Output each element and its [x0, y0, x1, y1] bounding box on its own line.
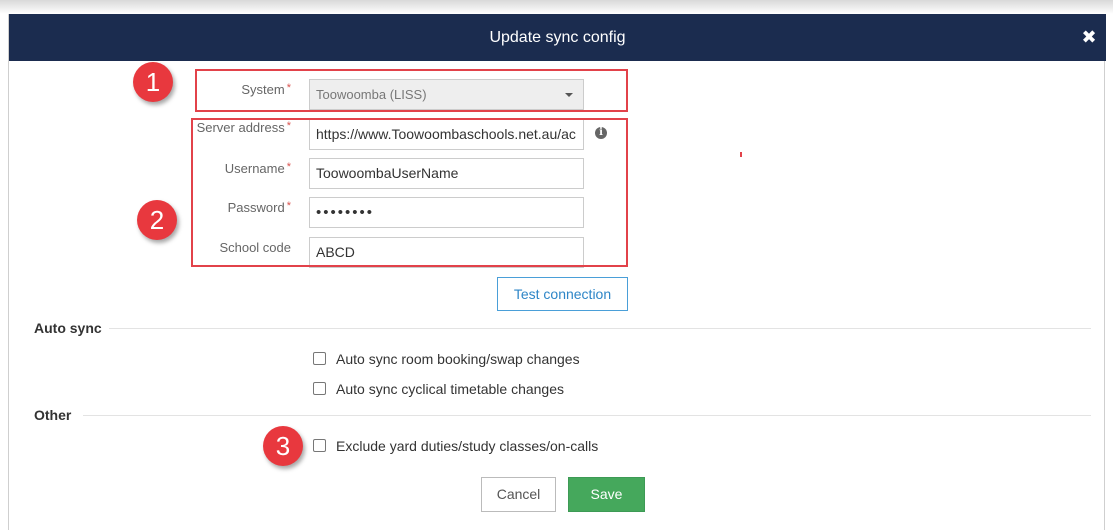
callout-box-1: [195, 69, 628, 112]
step-badge-2: 2: [137, 200, 177, 240]
checkbox[interactable]: [313, 382, 326, 395]
checkbox[interactable]: [313, 439, 326, 452]
stray-mark: [740, 152, 742, 157]
sync-config-dialog: Update sync config ✖ System * Toowoomba (…: [8, 14, 1106, 530]
save-button[interactable]: Save: [568, 477, 645, 512]
step-badge-3: 3: [263, 426, 303, 466]
checkbox[interactable]: [313, 352, 326, 365]
cancel-button[interactable]: Cancel: [481, 477, 556, 512]
close-icon[interactable]: ✖: [1080, 28, 1098, 46]
dialog-title: Update sync config: [489, 29, 626, 46]
callout-box-2: [191, 118, 628, 267]
top-shadow: [0, 0, 1113, 14]
step-badge-1: 1: [133, 62, 173, 102]
test-connection-button[interactable]: Test connection: [497, 277, 628, 311]
dialog-header: Update sync config ✖: [9, 14, 1106, 61]
section-divider: [109, 328, 1091, 329]
section-divider: [83, 415, 1091, 416]
screenshot-frame: Update sync config ✖ System * Toowoomba (…: [0, 0, 1113, 530]
other-title: Other: [34, 407, 72, 423]
auto-sync-title: Auto sync: [34, 320, 102, 336]
